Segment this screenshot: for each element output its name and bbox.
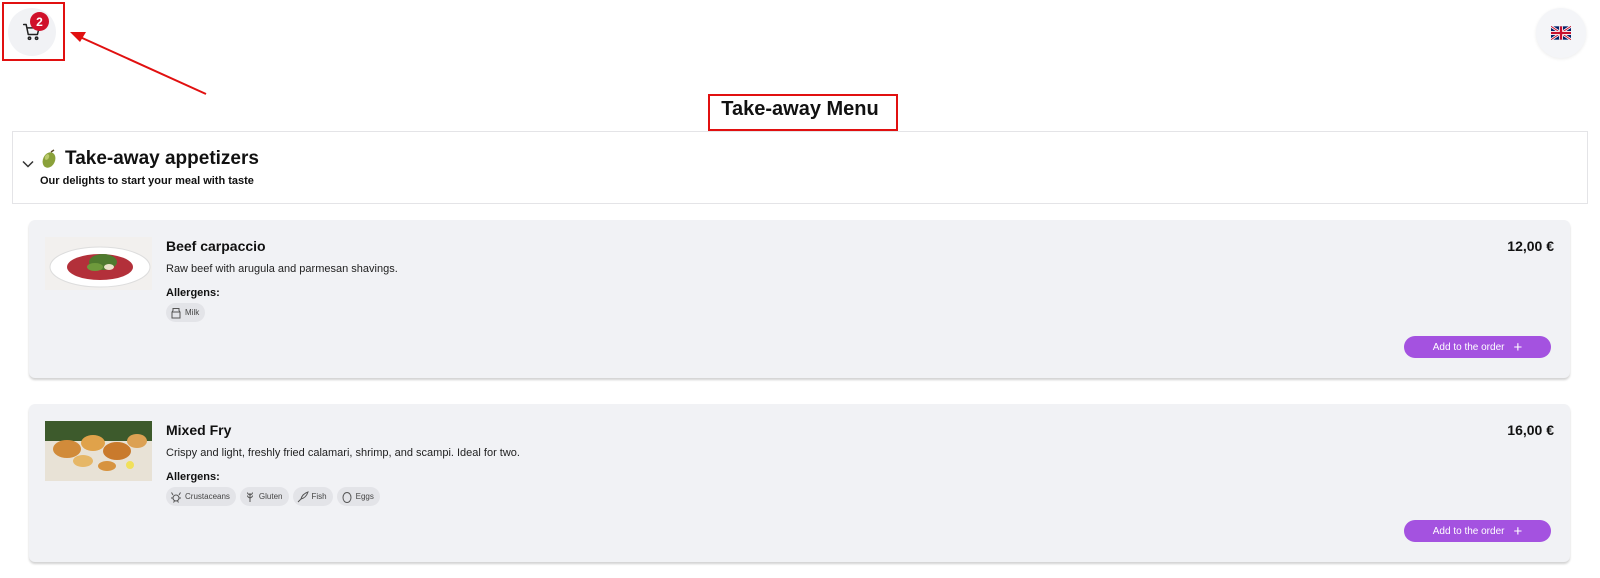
menu-item-card: Beef carpaccio 12,00 € Raw beef with aru… <box>29 220 1570 378</box>
fish-icon <box>297 490 309 502</box>
category-subtitle: Our delights to start your meal with tas… <box>40 175 254 187</box>
allergen-chip-milk: Milk <box>166 303 206 322</box>
item-description: Raw beef with arugula and parmesan shavi… <box>166 263 398 275</box>
category-title: Take-away appetizers <box>65 148 259 169</box>
allergen-label: Fish <box>311 492 327 501</box>
allergen-label: Eggs <box>355 492 374 501</box>
item-description: Crispy and light, freshly fried calamari… <box>166 447 520 459</box>
egg-icon <box>342 491 352 503</box>
allergen-chip-fish: Fish <box>292 487 333 506</box>
plus-icon: + <box>1513 522 1523 540</box>
item-price: 16,00 € <box>1507 422 1554 438</box>
title-highlight-box <box>708 94 898 131</box>
allergens-label: Allergens: <box>166 287 220 299</box>
language-button[interactable] <box>1536 8 1586 58</box>
allergen-list: Milk <box>166 303 206 322</box>
crustaceans-icon <box>171 491 181 503</box>
item-name: Beef carpaccio <box>166 238 266 254</box>
milk-icon <box>171 307 181 318</box>
annotation-arrow <box>70 32 207 95</box>
gluten-icon <box>246 491 253 502</box>
item-name: Mixed Fry <box>166 422 232 438</box>
olive-icon <box>42 149 56 168</box>
allergens-label: Allergens: <box>166 471 220 483</box>
plus-icon: + <box>1513 338 1523 356</box>
allergen-chip-eggs: Eggs <box>336 487 380 506</box>
allergen-label: Crustaceans <box>185 492 230 501</box>
category-header[interactable]: Take-away appetizers Our delights to sta… <box>12 131 1588 204</box>
uk-flag-icon <box>1551 26 1571 40</box>
allergen-chip-crustaceans: Crustaceans <box>166 487 236 506</box>
allergen-label: Milk <box>185 308 200 317</box>
add-to-order-label: Add to the order <box>1432 341 1505 353</box>
menu-item-card: Mixed Fry 16,00 € Crispy and light, fres… <box>29 404 1570 562</box>
allergen-chip-gluten: Gluten <box>239 487 289 506</box>
item-price: 12,00 € <box>1507 238 1554 254</box>
add-to-order-button[interactable]: Add to the order + <box>1404 520 1551 542</box>
allergen-label: Gluten <box>258 492 283 501</box>
dish-image-mixed-fry <box>45 421 152 481</box>
add-to-order-label: Add to the order <box>1432 525 1505 537</box>
add-to-order-button[interactable]: Add to the order + <box>1404 336 1551 358</box>
dish-image-beef-carpaccio <box>45 237 152 290</box>
allergen-list: Crustaceans Gluten Fish Eggs <box>166 487 380 506</box>
chevron-down-icon[interactable] <box>21 157 35 171</box>
